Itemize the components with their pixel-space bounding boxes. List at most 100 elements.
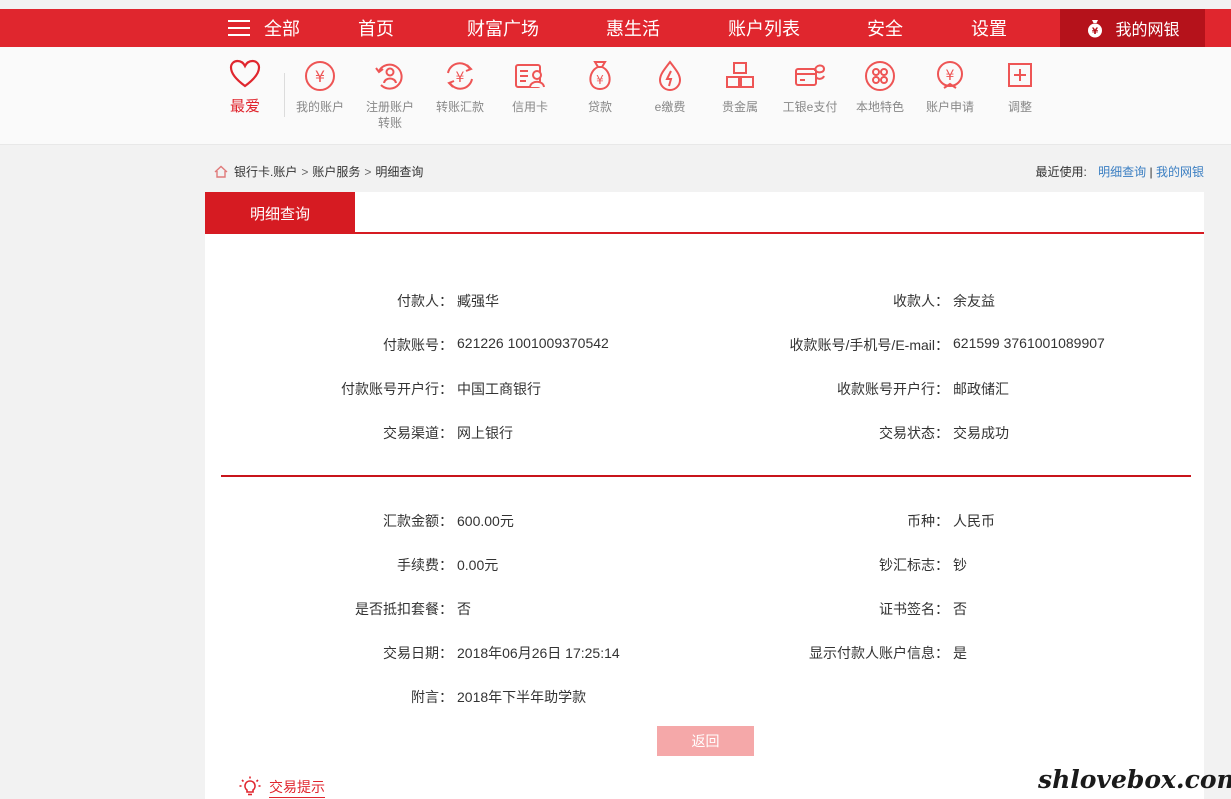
transfer-circle-icon bbox=[375, 63, 403, 90]
payee-bank-label: 收款账号开户行： bbox=[837, 381, 949, 397]
back-button[interactable]: 返回 bbox=[657, 726, 754, 756]
payee-value: 余友益 bbox=[953, 293, 995, 309]
payer-account-label: 付款账号： bbox=[383, 337, 453, 353]
flame-icon bbox=[658, 60, 682, 91]
nav-home[interactable]: 首页 bbox=[358, 15, 394, 41]
nav-life[interactable]: 惠生活 bbox=[606, 15, 660, 41]
cert-sign-value: 否 bbox=[953, 601, 967, 617]
epay-icon bbox=[795, 64, 826, 86]
remark-value: 2018年下半年助学款 bbox=[457, 689, 587, 705]
quick-loan[interactable]: ¥ 贷款 bbox=[565, 59, 635, 115]
cert-sign-label: 证书签名： bbox=[879, 601, 949, 617]
breadcrumb-current: 明细查询 bbox=[375, 165, 424, 179]
yen-person-icon: ¥ bbox=[937, 61, 963, 89]
currency-label: 币种： bbox=[907, 513, 949, 529]
quick-local-features[interactable]: 本地特色 bbox=[845, 59, 915, 115]
amount-label: 汇款金额： bbox=[383, 513, 453, 529]
show-payer-info-value: 是 bbox=[953, 645, 967, 661]
lightbulb-icon bbox=[239, 776, 261, 796]
quick-label: 贵金属 bbox=[721, 100, 758, 114]
svg-text:¥: ¥ bbox=[596, 73, 604, 87]
breadcrumb-row: 银行卡.账户 > 账户服务 > 明细查询 最近使用: 明细查询 | 我的网银 bbox=[214, 163, 1204, 183]
credit-card-icon bbox=[515, 64, 545, 88]
my-ebank-button[interactable]: ¥ 我的网银 bbox=[1060, 9, 1205, 47]
transaction-tips[interactable]: 交易提示 bbox=[239, 776, 325, 798]
quick-label: 贷款 bbox=[587, 100, 612, 114]
quick-label: 注册账户 转账 bbox=[355, 99, 425, 131]
all-menu-label: 全部 bbox=[264, 19, 300, 39]
show-payer-info-label: 显示付款人账户信息： bbox=[809, 645, 949, 661]
payee-bank-value: 邮政储汇 bbox=[953, 381, 1009, 397]
breadcrumb-card-account[interactable]: 银行卡.账户 bbox=[234, 163, 297, 180]
quick-registered-transfer[interactable]: 注册账户 转账 bbox=[355, 59, 425, 131]
quick-menu-bar: 最爱 ¥ 我的账户 注册账户 转账 ¥ 转账汇款 信用卡 ¥ 贷款 e缴费 贵金… bbox=[0, 47, 1231, 145]
quick-credit-card[interactable]: 信用卡 bbox=[495, 59, 565, 115]
package-deduct-value: 否 bbox=[457, 601, 471, 617]
payee-account-label: 收款账号/手机号/E-mail： bbox=[789, 337, 949, 353]
plus-square-icon bbox=[1008, 63, 1032, 87]
svg-text:¥: ¥ bbox=[315, 67, 325, 86]
svg-text:¥: ¥ bbox=[1092, 27, 1099, 37]
quick-label: 账户申请 bbox=[925, 100, 974, 114]
quick-adjust[interactable]: 调整 bbox=[985, 59, 1055, 115]
nav-account-list[interactable]: 账户列表 bbox=[728, 15, 800, 41]
quick-label: 我的账户 bbox=[295, 100, 344, 114]
quick-label: 调整 bbox=[1007, 100, 1032, 114]
payee-label: 收款人： bbox=[893, 293, 949, 309]
status-label: 交易状态： bbox=[879, 425, 949, 441]
quick-precious-metals[interactable]: 贵金属 bbox=[705, 59, 775, 115]
date-label: 交易日期： bbox=[383, 645, 453, 661]
nav-settings[interactable]: 设置 bbox=[971, 15, 1007, 41]
grid-circle-icon bbox=[865, 61, 895, 91]
top-navigation-bar: 全部 首页 财富广场 惠生活 账户列表 安全 设置 ¥ 我的网银 bbox=[0, 9, 1231, 47]
quick-transfer-remit[interactable]: ¥ 转账汇款 bbox=[425, 59, 495, 115]
breadcrumb-separator: > bbox=[364, 164, 372, 179]
payer-value: 臧强华 bbox=[457, 293, 499, 309]
my-ebank-label: 我的网银 bbox=[1115, 22, 1180, 39]
recent-link-detail-query[interactable]: 明细查询 bbox=[1098, 165, 1146, 179]
svg-text:¥: ¥ bbox=[946, 68, 955, 84]
breadcrumb: 银行卡.账户 > 账户服务 > 明细查询 bbox=[214, 163, 423, 180]
favorites-button[interactable]: 最爱 bbox=[222, 59, 268, 116]
payee-account-value: 621599 3761001089907 bbox=[953, 335, 1105, 351]
breadcrumb-separator: > bbox=[301, 164, 309, 179]
cash-flag-label: 钞汇标志： bbox=[879, 557, 949, 573]
heart-icon bbox=[229, 59, 261, 88]
hamburger-icon bbox=[228, 20, 250, 36]
date-value: 2018年06月26日 17:25:14 bbox=[457, 645, 620, 661]
payer-label: 付款人： bbox=[397, 293, 453, 309]
detail-panel: 明细查询 付款人： 臧强华 收款人： 余友益 付款账号： 621226 1001… bbox=[205, 192, 1204, 799]
quick-label: 转账汇款 bbox=[435, 100, 484, 114]
quick-epayment[interactable]: e缴费 bbox=[635, 59, 705, 115]
recently-used: 最近使用: 明细查询 | 我的网银 bbox=[1035, 163, 1204, 180]
nav-wealth-square[interactable]: 财富广场 bbox=[467, 15, 539, 41]
favorites-label: 最爱 bbox=[229, 98, 260, 115]
section-divider bbox=[221, 475, 1191, 477]
tips-label: 交易提示 bbox=[269, 777, 325, 798]
svg-text:¥: ¥ bbox=[456, 70, 465, 86]
yen-arrows-icon: ¥ bbox=[447, 62, 473, 90]
tab-detail-query[interactable]: 明细查询 bbox=[205, 192, 355, 234]
yen-circle-icon: ¥ bbox=[305, 61, 335, 91]
channel-label: 交易渠道： bbox=[383, 425, 453, 441]
cash-flag-value: 钞 bbox=[953, 557, 967, 573]
quick-account-apply[interactable]: ¥ 账户申请 bbox=[915, 59, 985, 115]
fee-value: 0.00元 bbox=[457, 557, 499, 573]
fee-label: 手续费： bbox=[397, 557, 453, 573]
quick-icbc-epay[interactable]: 工银e支付 bbox=[775, 59, 845, 115]
payer-account-value: 621226 1001009370542 bbox=[457, 335, 609, 351]
quick-label-line2: 转账 bbox=[377, 116, 402, 130]
quick-label: 信用卡 bbox=[511, 100, 548, 114]
quick-my-account[interactable]: ¥ 我的账户 bbox=[285, 59, 355, 115]
money-bag-icon: ¥ bbox=[589, 61, 611, 91]
breadcrumb-account-service[interactable]: 账户服务 bbox=[312, 163, 360, 180]
payer-bank-label: 付款账号开户行： bbox=[341, 381, 453, 397]
tab-bar: 明细查询 bbox=[205, 192, 1204, 234]
quick-label: 本地特色 bbox=[855, 100, 904, 114]
all-menu-button[interactable]: 全部 bbox=[228, 15, 300, 41]
nav-security[interactable]: 安全 bbox=[867, 15, 903, 41]
home-icon[interactable] bbox=[214, 165, 228, 178]
payer-bank-value: 中国工商银行 bbox=[457, 381, 541, 397]
watermark: shlovebox.com bbox=[1038, 765, 1231, 794]
recent-link-my-ebank[interactable]: 我的网银 bbox=[1156, 165, 1204, 179]
